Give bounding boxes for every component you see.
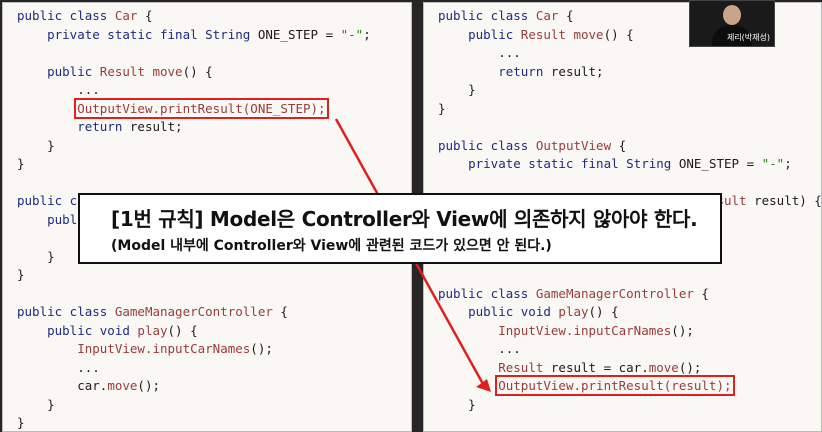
rule-title: [1번 규칙] Model은 Controller와 View에 의존하지 않아… <box>111 207 698 231</box>
presenter-name: 제리(박재성) <box>726 33 770 42</box>
code-token: } <box>17 415 25 430</box>
code-line: } <box>17 414 411 431</box>
rule-subtitle: (Model 내부에 Controller와 View에 관련된 코드가 있으면… <box>111 238 552 254</box>
arrow-head-icon <box>476 379 491 392</box>
presenter-webcam: 제리(박재성) <box>689 0 775 47</box>
rule-annotation-box: [1번 규칙] Model은 Controller와 View에 의존하지 않아… <box>78 193 722 264</box>
presenter-head <box>723 5 741 25</box>
